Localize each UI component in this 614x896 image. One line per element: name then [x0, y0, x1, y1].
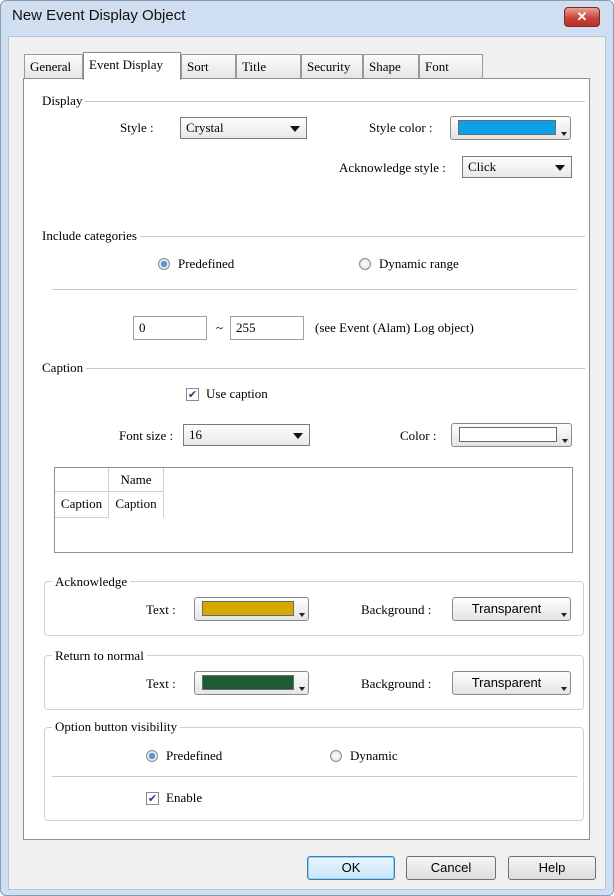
style-color-swatch [458, 120, 556, 135]
tab-title[interactable]: Title [236, 54, 301, 78]
acknowledge-style-label: Acknowledge style : [339, 160, 446, 175]
predefined-radio[interactable] [158, 258, 170, 270]
return-background-label: Background : [361, 676, 432, 691]
acknowledge-style-value: Click [468, 159, 497, 174]
acknowledge-section-label: Acknowledge [52, 574, 131, 590]
display-divider [42, 101, 585, 102]
caption-color-swatch [459, 427, 557, 442]
close-button[interactable]: ✕ [564, 7, 600, 27]
cancel-button[interactable]: Cancel [406, 856, 496, 880]
acknowledge-text-color-picker[interactable] [194, 597, 309, 621]
visibility-predefined-label: Predefined [166, 748, 223, 763]
tab-font[interactable]: Font [419, 54, 483, 78]
return-to-normal-section-label: Return to normal [52, 648, 147, 664]
option-visibility-section-label: Option button visibility [52, 719, 181, 735]
range-separator: ~ [216, 320, 224, 335]
return-text-label: Text : [146, 676, 176, 691]
chevron-down-icon [555, 165, 565, 171]
range-from-input[interactable]: 0 [133, 316, 207, 340]
visibility-dynamic-radio[interactable] [330, 750, 342, 762]
dropdown-arrow-icon [561, 132, 567, 136]
style-dropdown[interactable]: Crystal [180, 117, 307, 139]
dynamic-range-radio[interactable] [359, 258, 371, 270]
use-caption-checkbox[interactable]: ✔ [186, 388, 199, 401]
chevron-down-icon [290, 126, 300, 132]
style-color-picker[interactable] [450, 116, 571, 140]
return-background-picker[interactable]: Transparent [452, 671, 571, 695]
range-to-input[interactable]: 255 [230, 316, 304, 340]
predefined-radio-label: Predefined [178, 256, 235, 271]
return-text-color-picker[interactable] [194, 671, 309, 695]
table-corner-cell [55, 468, 109, 492]
acknowledge-background-label: Background : [361, 602, 432, 617]
tab-event-display[interactable]: Event Display [83, 52, 181, 80]
acknowledge-background-value: Transparent [471, 601, 542, 616]
style-value: Crystal [186, 120, 224, 135]
return-text-color-swatch [202, 675, 294, 690]
tab-sort[interactable]: Sort [181, 54, 236, 78]
dropdown-arrow-icon [561, 613, 567, 617]
font-size-dropdown[interactable]: 16 [183, 424, 310, 446]
table-cell-caption[interactable]: Caption [109, 492, 164, 518]
return-background-value: Transparent [471, 675, 542, 690]
visibility-dynamic-label: Dynamic [350, 748, 398, 763]
table-row-header[interactable]: Caption [55, 492, 109, 518]
title-bar: New Event Display Object ✕ [0, 0, 612, 30]
caption-table[interactable]: Name Caption Caption [54, 467, 573, 553]
dropdown-arrow-icon [562, 439, 568, 443]
categories-inner-divider [52, 289, 577, 290]
window-title: New Event Display Object [12, 7, 186, 24]
dropdown-arrow-icon [299, 613, 305, 617]
categories-section-label: Include categories [42, 228, 140, 244]
caption-section-label: Caption [42, 360, 87, 376]
event-log-note: (see Event (Alam) Log object) [315, 320, 474, 335]
visibility-predefined-radio[interactable] [146, 750, 158, 762]
font-size-label: Font size : [119, 428, 174, 443]
option-visibility-group [44, 727, 584, 821]
enable-label: Enable [166, 790, 203, 805]
style-label: Style : [120, 120, 154, 135]
dropdown-arrow-icon [561, 687, 567, 691]
tab-shape[interactable]: Shape [363, 54, 419, 78]
visibility-divider [52, 776, 577, 777]
acknowledge-background-picker[interactable]: Transparent [452, 597, 571, 621]
ok-button[interactable]: OK [307, 856, 395, 880]
caption-divider [42, 368, 585, 369]
use-caption-label: Use caption [206, 386, 268, 401]
enable-checkbox[interactable]: ✔ [146, 792, 159, 805]
acknowledge-style-dropdown[interactable]: Click [462, 156, 572, 178]
acknowledge-text-label: Text : [146, 602, 176, 617]
tab-general[interactable]: General [24, 54, 83, 78]
dropdown-arrow-icon [299, 687, 305, 691]
tab-security[interactable]: Security [301, 54, 363, 78]
dynamic-range-radio-label: Dynamic range [379, 256, 459, 271]
acknowledge-text-color-swatch [202, 601, 294, 616]
font-size-value: 16 [189, 427, 202, 442]
caption-color-label: Color : [400, 428, 437, 443]
caption-color-picker[interactable] [451, 423, 572, 447]
help-button[interactable]: Help [508, 856, 596, 880]
style-color-label: Style color : [369, 120, 433, 135]
display-section-label: Display [42, 93, 86, 109]
chevron-down-icon [293, 433, 303, 439]
table-header-name[interactable]: Name [109, 468, 164, 492]
